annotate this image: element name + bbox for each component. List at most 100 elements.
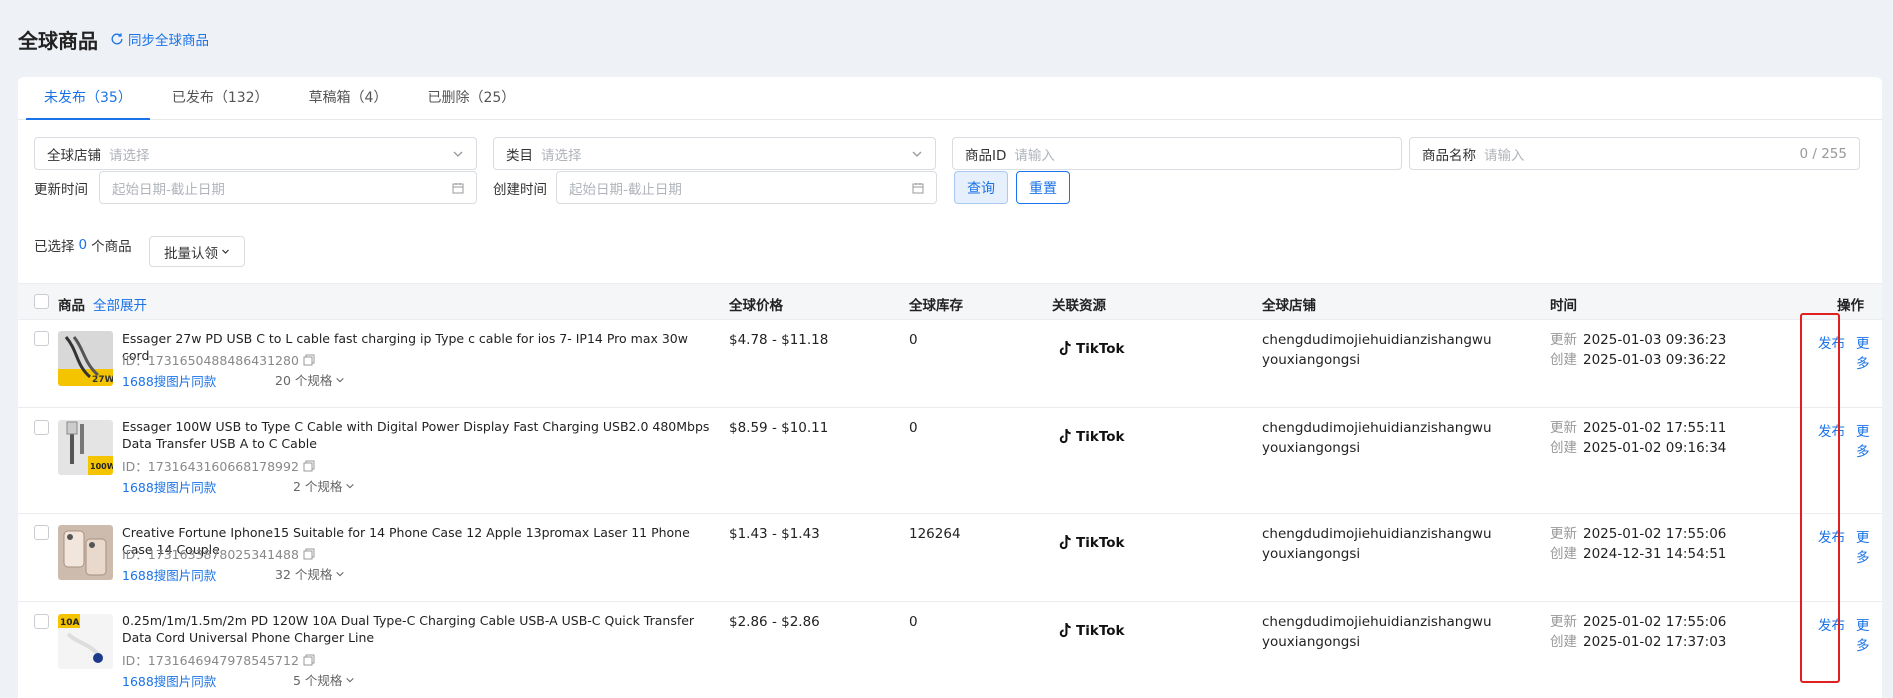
chevron-down-icon: [346, 483, 355, 488]
product-id-input[interactable]: 商品ID 请输入: [952, 137, 1402, 170]
updated-key: 更新: [1550, 332, 1577, 348]
image-search-link[interactable]: 1688搜图片同款: [122, 371, 216, 390]
product-thumbnail: 10A: [58, 614, 113, 669]
row-checkbox[interactable]: [34, 614, 49, 629]
tiktok-icon: [1059, 428, 1071, 444]
copy-icon[interactable]: [303, 654, 315, 666]
shop-select-label: 全球店铺: [47, 147, 101, 164]
more-button[interactable]: 更多: [1856, 332, 1882, 372]
more-button[interactable]: 更多: [1856, 526, 1882, 566]
chevron-down-icon: [912, 151, 922, 157]
row-checkbox[interactable]: [34, 525, 49, 540]
shop-select[interactable]: 全球店铺 请选择: [34, 137, 477, 170]
tiktok-icon: [1059, 340, 1071, 356]
reset-button[interactable]: 重置: [1016, 171, 1070, 204]
tiktok-label: TikTok: [1076, 428, 1125, 445]
select-all-checkbox[interactable]: [34, 294, 49, 309]
update-time-label: 更新时间: [34, 182, 88, 198]
main-card: 未发布（35） 已发布（132） 草稿箱（4） 已删除（25） 全球店铺 请选择…: [18, 77, 1882, 698]
shop-name: chengdudimojiehuidianzishangwuyouxiangon…: [1262, 420, 1492, 456]
shop-select-placeholder: 请选择: [109, 147, 150, 164]
query-button[interactable]: 查询: [954, 171, 1008, 204]
spec-toggle[interactable]: 5 个规格: [293, 670, 355, 689]
global-stock: 126264: [909, 526, 961, 542]
chevron-down-icon: [222, 249, 229, 254]
sync-label: 同步全球商品: [128, 33, 209, 49]
product-id-text: ID：1731633878025341488: [122, 547, 299, 562]
updated-time: 2025-01-02 17:55:06: [1583, 526, 1727, 542]
updated-time: 2025-01-02 17:55:06: [1583, 614, 1727, 630]
row-checkbox[interactable]: [34, 420, 49, 435]
product-thumbnail: [58, 525, 113, 580]
timestamps: 更新 2025-01-02 17:55:06 创建 2024-12-31 14:54…: [1550, 524, 1726, 564]
svg-text:10A: 10A: [60, 618, 80, 628]
product-id-text: ID：1731646947978545712: [122, 653, 299, 668]
spec-toggle[interactable]: 20 个规格: [275, 370, 345, 389]
global-price: $4.78 - $11.18: [729, 332, 829, 348]
created-key: 创建: [1550, 634, 1577, 650]
timestamps: 更新 2025-01-02 17:55:06 创建 2025-01-02 17:37…: [1550, 612, 1726, 652]
batch-claim-dropdown[interactable]: 批量认领: [149, 236, 245, 267]
tiktok-label: TikTok: [1076, 534, 1125, 551]
create-time-range[interactable]: 起始日期-截止日期: [556, 171, 937, 204]
calendar-icon: [912, 183, 924, 194]
tab-published[interactable]: 已发布（132）: [154, 77, 287, 119]
row-checkbox[interactable]: [34, 331, 49, 346]
publish-button[interactable]: 发布: [1818, 420, 1845, 440]
spec-toggle[interactable]: 32 个规格: [275, 564, 345, 583]
more-button[interactable]: 更多: [1856, 420, 1882, 460]
product-id-label: 商品ID: [965, 147, 1007, 164]
publish-button[interactable]: 发布: [1818, 614, 1845, 634]
product-name-input[interactable]: 商品名称 请输入 0 / 255: [1409, 137, 1860, 170]
product-id-text: ID：1731650488486431280: [122, 353, 299, 368]
update-time-range[interactable]: 起始日期-截止日期: [99, 171, 477, 204]
tiktok-resource: TikTok: [1058, 534, 1124, 551]
shop-name: chengdudimojiehuidianzishangwuyouxiangon…: [1262, 614, 1492, 650]
more-button[interactable]: 更多: [1856, 614, 1882, 654]
image-search-link[interactable]: 1688搜图片同款: [122, 671, 216, 690]
spec-toggle[interactable]: 2 个规格: [293, 476, 355, 495]
table-row: 27W Essager 27w PD USB C to L cable fast…: [18, 320, 1882, 408]
create-time-label: 创建时间: [493, 182, 547, 198]
updated-key: 更新: [1550, 526, 1577, 542]
tiktok-resource: TikTok: [1058, 622, 1124, 639]
selection-prefix: 已选择: [34, 239, 75, 255]
global-stock: 0: [909, 332, 918, 348]
tab-unpublished[interactable]: 未发布（35）: [26, 77, 150, 120]
image-search-link[interactable]: 1688搜图片同款: [122, 477, 216, 496]
tab-drafts[interactable]: 草稿箱（4）: [291, 77, 406, 119]
expand-all-link[interactable]: 全部展开: [93, 298, 147, 314]
updated-time: 2025-01-03 09:36:23: [1583, 332, 1727, 348]
timestamps: 更新 2025-01-02 17:55:11 创建 2025-01-02 09:16…: [1550, 418, 1726, 458]
publish-button[interactable]: 发布: [1818, 332, 1845, 352]
tiktok-resource: TikTok: [1058, 428, 1124, 445]
spec-count: 20 个规格: [275, 373, 333, 388]
copy-icon[interactable]: [303, 460, 315, 472]
product-id: ID：1731643160668178992: [122, 456, 315, 475]
publish-button[interactable]: 发布: [1818, 526, 1845, 546]
selection-summary: 已选择 0 个商品: [34, 235, 132, 255]
chevron-down-icon: [453, 151, 463, 157]
tab-deleted[interactable]: 已删除（25）: [409, 77, 533, 119]
global-price: $1.43 - $1.43: [729, 526, 820, 542]
update-time-placeholder: 起始日期-截止日期: [112, 181, 225, 198]
category-select-label: 类目: [506, 147, 533, 164]
col-shop: 全球店铺: [1262, 298, 1316, 314]
image-search-link[interactable]: 1688搜图片同款: [122, 565, 216, 584]
table-header: 商品 全部展开 全球价格 全球库存 关联资源 全球店铺 时间 操作: [18, 283, 1882, 320]
shop-name: chengdudimojiehuidianzishangwuyouxiangon…: [1262, 332, 1492, 368]
shop-name: chengdudimojiehuidianzishangwuyouxiangon…: [1262, 526, 1492, 562]
chevron-down-icon: [336, 377, 345, 382]
col-actions: 操作: [1837, 298, 1864, 314]
updated-time: 2025-01-02 17:55:11: [1583, 420, 1727, 436]
sync-global-products-link[interactable]: 同步全球商品: [110, 29, 209, 49]
col-resource: 关联资源: [1052, 298, 1106, 314]
tiktok-icon: [1059, 534, 1071, 550]
table-row: Creative Fortune Iphone15 Suitable for 1…: [18, 514, 1882, 602]
copy-icon[interactable]: [303, 548, 315, 560]
calendar-icon: [452, 183, 464, 194]
status-tabs: 未发布（35） 已发布（132） 草稿箱（4） 已删除（25）: [18, 77, 1882, 120]
category-select[interactable]: 类目 请选择: [493, 137, 936, 170]
copy-icon[interactable]: [303, 354, 315, 366]
product-name: Essager 100W USB to Type C Cable with Di…: [122, 419, 710, 451]
